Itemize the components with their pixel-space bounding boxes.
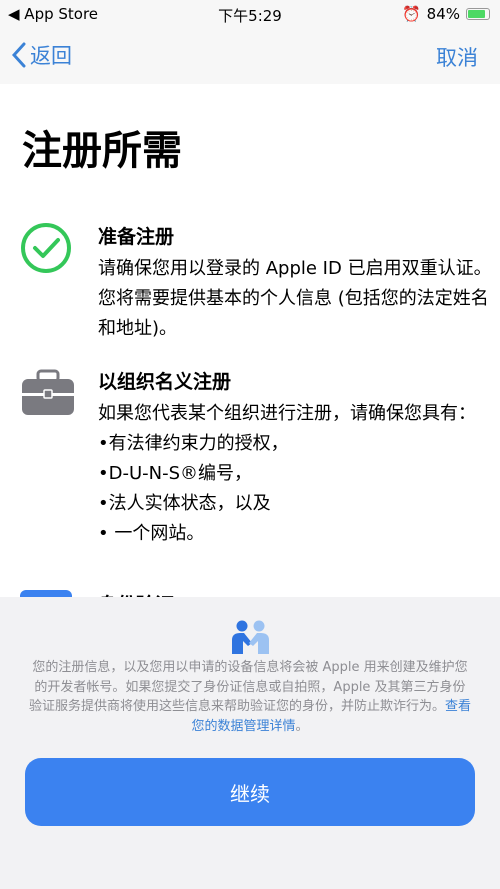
continue-button[interactable]: 继续 xyxy=(25,758,475,826)
link-suffix: 。 xyxy=(295,718,309,734)
section-heading: 以组织名义注册 xyxy=(98,371,232,393)
cancel-button[interactable]: 取消 xyxy=(436,42,478,72)
checkmark-circle-icon xyxy=(21,223,71,273)
back-button[interactable]: 返回 xyxy=(12,40,72,70)
section-organization: 以组织名义注册 如果您代表某个组织进行注册，请确保您具有： •有法律约束力的授权… xyxy=(20,367,480,567)
briefcase-icon xyxy=(22,369,74,415)
battery-icon xyxy=(466,8,490,20)
body-line: • 一个网站。 xyxy=(98,523,205,544)
alarm-icon: ⏰ xyxy=(401,5,421,23)
back-label: 返回 xyxy=(30,44,72,68)
status-bar: ◀ App Store 下午5:29 ⏰ 84% xyxy=(0,0,500,30)
status-icons: ⏰ 84% xyxy=(402,5,490,23)
page-title: 注册所需 xyxy=(22,128,182,174)
section-body: 请确保您用以登录的 Apple ID 已启用双重认证。您将需要提供基本的个人信息… xyxy=(98,258,492,339)
handshake-people-icon xyxy=(232,620,269,654)
body-line: 如果您代表某个组织进行注册，请确保您具有： xyxy=(98,403,476,424)
privacy-text: 您的注册信息，以及您用以申请的设备信息将会被 Apple 用来创建及维护您的开发… xyxy=(28,660,468,714)
navigation-bar: 返回 取消 xyxy=(0,30,500,84)
body-line: •D-U-N-S®编号， xyxy=(98,463,253,484)
body-line: •有法律约束力的授权， xyxy=(98,433,289,454)
section-body: 如果您代表某个组织进行注册，请确保您具有： •有法律约束力的授权， •D-U-N… xyxy=(98,399,498,549)
footer-panel xyxy=(0,597,500,889)
privacy-note: 您的注册信息，以及您用以申请的设备信息将会被 Apple 用来创建及维护您的开发… xyxy=(28,658,472,736)
body-line: •法人实体状态，以及 xyxy=(98,493,271,514)
chevron-left-icon xyxy=(12,42,26,68)
section-heading: 准备注册 xyxy=(98,226,175,248)
section-prepare: 准备注册 请确保您用以登录的 Apple ID 已启用双重认证。您将需要提供基本… xyxy=(20,222,492,342)
battery-percent: 84% xyxy=(426,5,460,23)
